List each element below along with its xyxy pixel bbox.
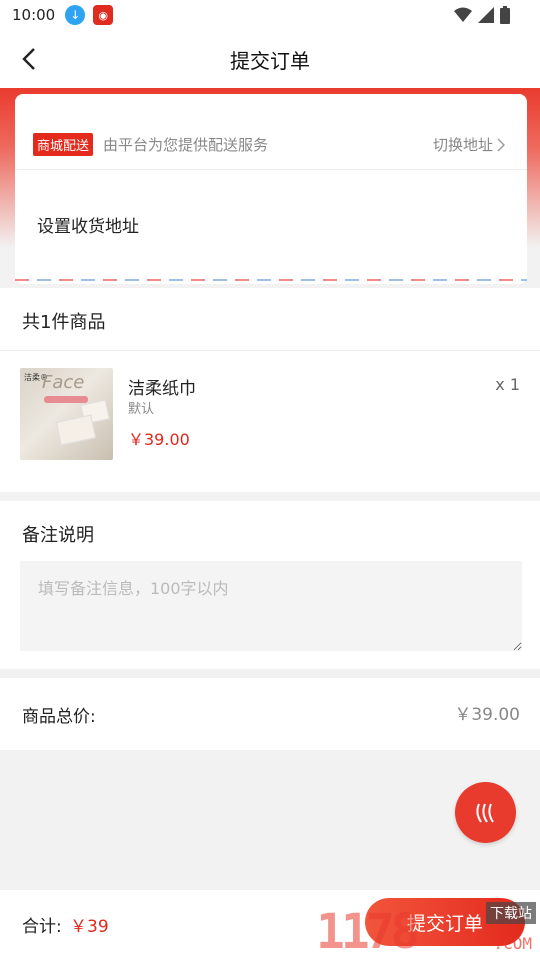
product-quantity: x 1 <box>495 375 520 394</box>
status-bar: 10:00 ↓ ◉ <box>0 0 540 30</box>
remark-input[interactable] <box>20 561 522 651</box>
heat-wave-icon <box>475 803 494 823</box>
goods-count: 共1件商品 <box>22 312 106 333</box>
divider <box>0 350 540 351</box>
page-title: 提交订单 <box>230 48 310 73</box>
battery-icon <box>500 6 510 24</box>
status-icons <box>454 6 510 24</box>
thumb-face-text: Face <box>42 372 85 393</box>
switch-address-label: 切换地址 <box>432 136 493 154</box>
delivery-badge: 商城配送 <box>33 133 94 156</box>
sum-label: 合计: <box>22 917 62 937</box>
product-name[interactable]: 洁柔纸巾 <box>128 374 196 399</box>
total-label: 商品总价: <box>22 707 96 727</box>
address-card: 商城配送 由平台为您提供配送服务 切换地址 设置收货地址 <box>15 94 527 284</box>
chevron-right-icon <box>497 138 505 151</box>
delivery-row: 商城配送 由平台为您提供配送服务 切换地址 <box>15 120 527 170</box>
status-time: 10:00 <box>12 6 56 24</box>
total-row: 商品总价: ￥39.00 <box>0 678 540 750</box>
set-address-button[interactable]: 设置收货地址 <box>37 212 139 237</box>
product-price: ￥39.00 <box>128 430 190 449</box>
goods-section: 共1件商品 洁柔® Face 洁柔纸巾 默认 ￥39.00 x 1 <box>0 288 540 492</box>
product-thumbnail[interactable]: 洁柔® Face <box>20 368 113 460</box>
submit-order-button[interactable]: 提交订单 <box>365 898 525 946</box>
back-button[interactable] <box>14 44 44 74</box>
thumb-band <box>44 396 88 403</box>
wifi-icon <box>454 7 472 22</box>
download-icon: ↓ <box>65 5 86 25</box>
delivery-text: 由平台为您提供配送服务 <box>103 136 269 154</box>
chevron-left-icon <box>22 48 35 70</box>
thumb-box <box>55 414 97 446</box>
remark-section: 备注说明 <box>0 501 540 669</box>
floating-action-button[interactable] <box>455 782 516 843</box>
airmail-border <box>15 279 527 281</box>
sum-value: ￥39 <box>70 917 109 937</box>
app-notification-icon: ◉ <box>93 5 114 25</box>
signal-icon <box>478 7 494 23</box>
switch-address-link[interactable]: 切换地址 <box>433 134 505 155</box>
nav-bar: 提交订单 <box>0 30 540 88</box>
total-value: ￥39.00 <box>454 705 520 725</box>
remark-label: 备注说明 <box>22 525 94 546</box>
bottom-bar: 合计: ￥39 提交订单 <box>0 890 540 960</box>
product-spec: 默认 <box>128 402 155 417</box>
